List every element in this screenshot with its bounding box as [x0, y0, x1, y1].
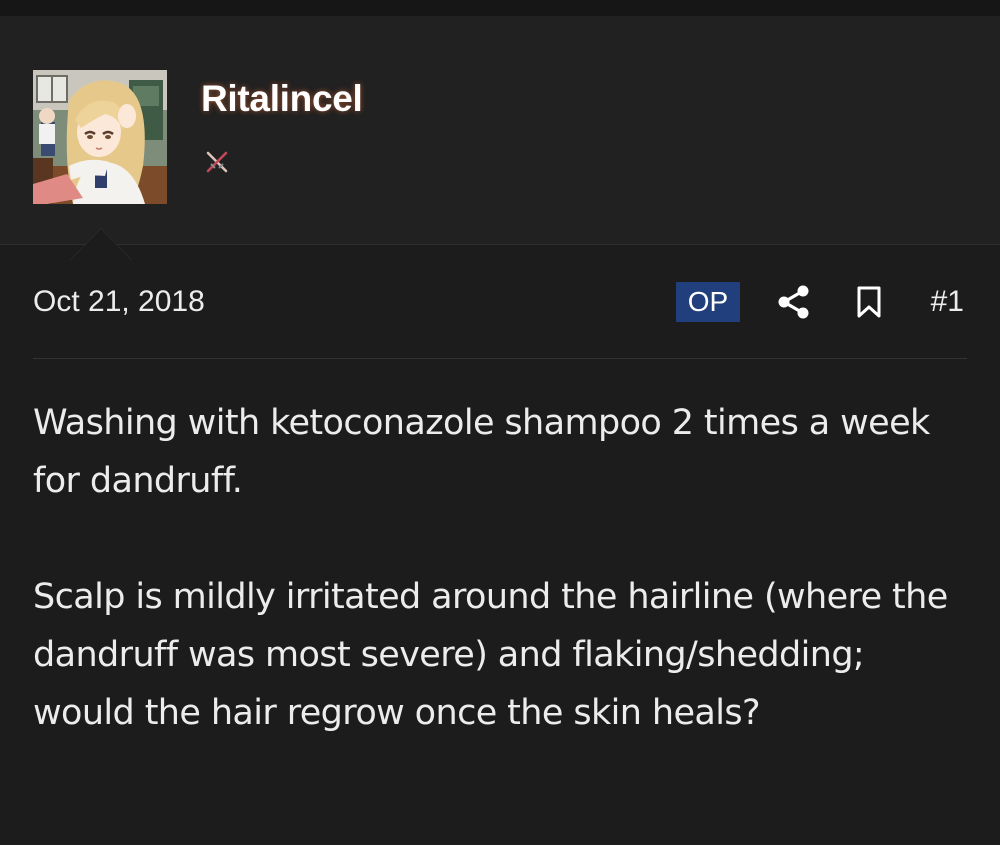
bookmark-icon	[857, 286, 881, 318]
anime-avatar-icon	[33, 70, 167, 204]
post-body: Washing with ketoconazole shampoo 2 time…	[33, 394, 967, 800]
meta-divider	[33, 358, 967, 359]
post-paragraph: Washing with ketoconazole shampoo 2 time…	[33, 403, 930, 501]
post-paragraph: Scalp is mildly irritated around the hai…	[33, 577, 948, 733]
post-user-header: Ritalincel	[0, 16, 1000, 260]
crossed-swords-icon	[205, 150, 229, 174]
top-bar	[0, 0, 1000, 16]
post-meta-bar: Oct 21, 2018 OP #1	[33, 280, 967, 324]
share-icon	[778, 285, 809, 319]
post-number-link[interactable]: #1	[931, 280, 964, 324]
share-button[interactable]	[776, 284, 812, 320]
username[interactable]: Ritalincel	[201, 78, 363, 120]
bookmark-button[interactable]	[854, 284, 884, 320]
op-badge: OP	[676, 282, 740, 322]
user-avatar[interactable]	[33, 70, 167, 204]
post-date[interactable]: Oct 21, 2018	[33, 280, 205, 324]
header-pointer-arrow	[70, 228, 132, 260]
